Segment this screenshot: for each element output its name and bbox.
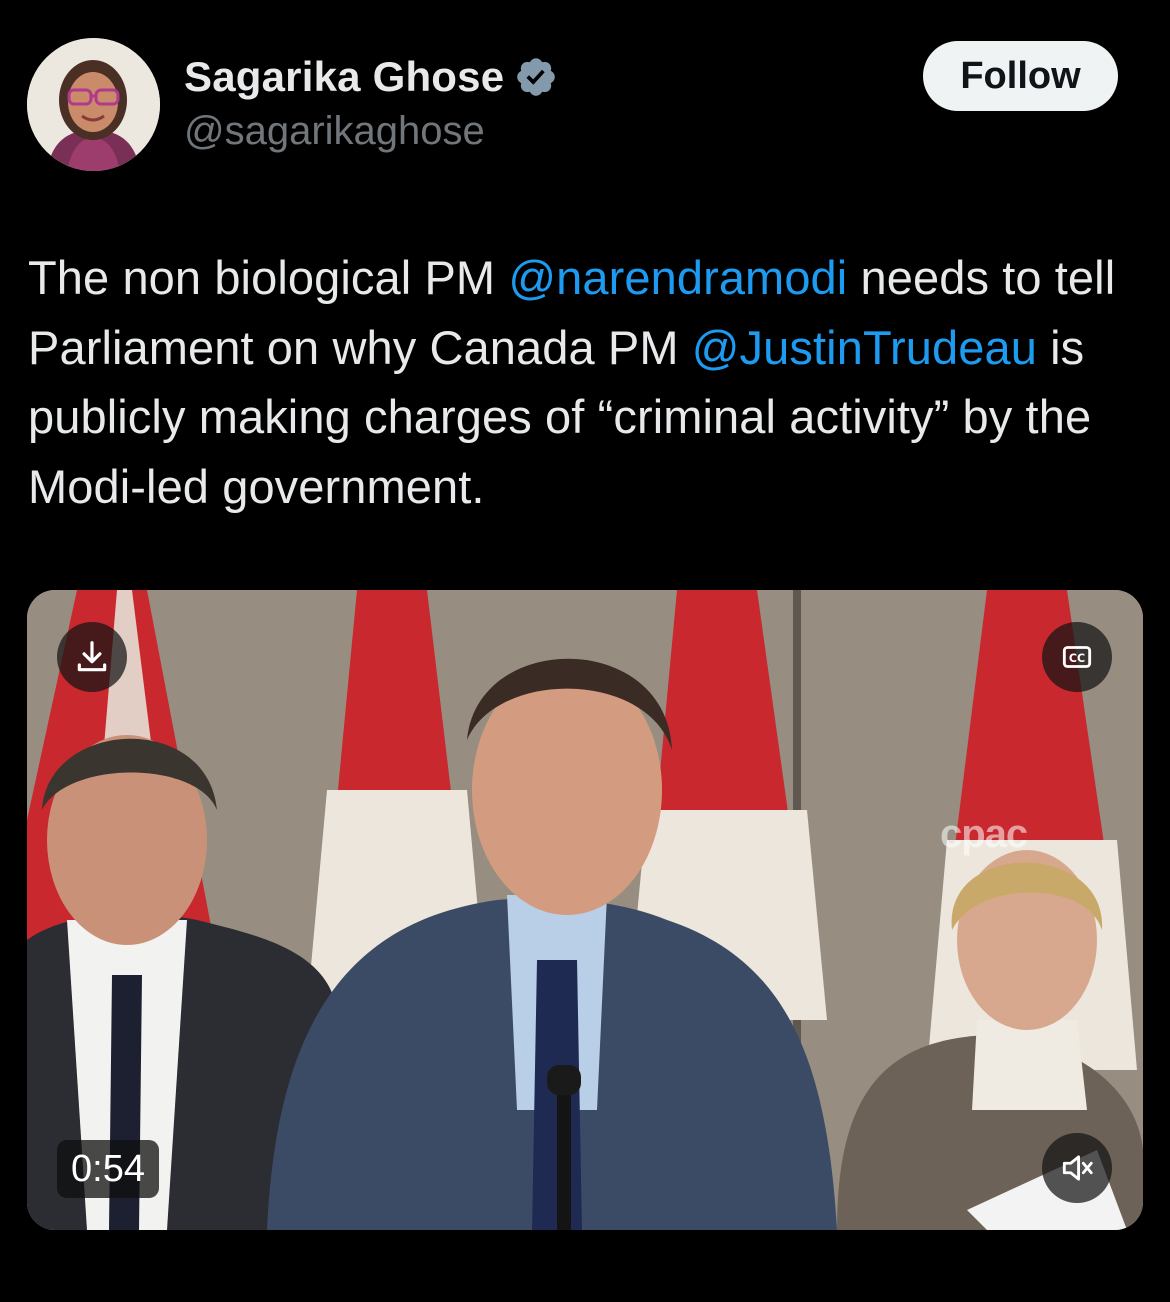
author-avatar[interactable] bbox=[27, 38, 160, 171]
tweet-header: Sagarika Ghose @sagarikaghose Follow bbox=[0, 0, 1170, 200]
tweet-text-segment: The non biological PM bbox=[28, 251, 509, 304]
captions-button[interactable]: CC bbox=[1042, 622, 1112, 692]
video-player[interactable]: CC 0:54 bbox=[27, 590, 1143, 1230]
mention-link-narendramodi[interactable]: @narendramodi bbox=[508, 251, 847, 304]
download-button[interactable] bbox=[57, 622, 127, 692]
verified-badge-icon bbox=[514, 55, 558, 99]
video-duration: 0:54 bbox=[57, 1140, 159, 1198]
tweet-text: The non biological PM @narendramodi need… bbox=[28, 243, 1143, 521]
svg-text:CC: CC bbox=[1069, 652, 1085, 665]
follow-button[interactable]: Follow bbox=[923, 41, 1118, 111]
closed-captions-icon: CC bbox=[1062, 646, 1092, 668]
video-watermark: cpac bbox=[940, 812, 1028, 856]
video-frame bbox=[27, 590, 1143, 1230]
author-handle[interactable]: @sagarikaghose bbox=[184, 107, 485, 155]
mention-link-justintrudeau[interactable]: @JustinTrudeau bbox=[692, 321, 1037, 374]
download-icon bbox=[77, 641, 107, 672]
profile-photo-icon bbox=[27, 38, 160, 171]
mute-toggle-button[interactable] bbox=[1042, 1133, 1112, 1203]
author-name-row: Sagarika Ghose bbox=[184, 52, 558, 102]
muted-speaker-icon bbox=[1062, 1155, 1093, 1181]
author-display-name[interactable]: Sagarika Ghose bbox=[184, 52, 504, 102]
